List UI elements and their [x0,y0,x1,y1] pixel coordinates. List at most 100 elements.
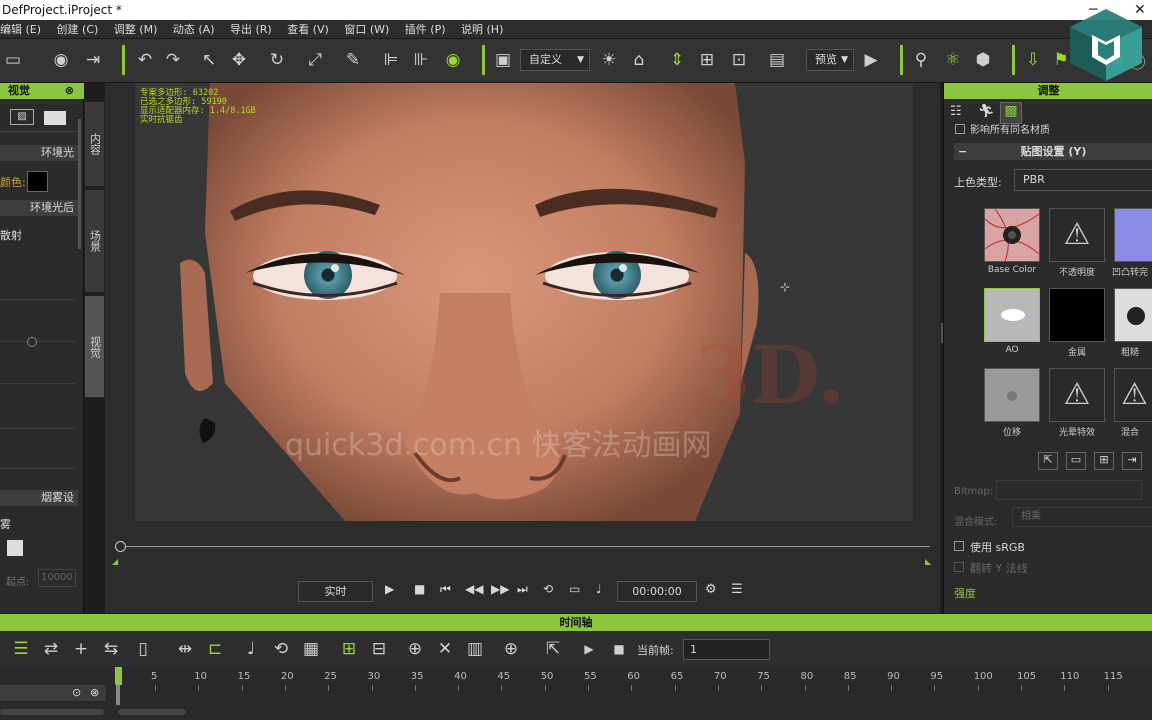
stop-icon[interactable]: ■ [414,582,425,596]
track-scrollbar[interactable] [0,709,104,715]
thumb-roughness[interactable] [1114,288,1152,342]
save-texture-icon[interactable]: ▭ [1066,452,1086,470]
music-icon[interactable]: ♩ [596,582,602,596]
key-transfer-icon[interactable]: ⇆ [98,636,124,662]
last-frame-icon[interactable]: ⏭ [517,582,528,597]
film-icon[interactable]: ▦ [298,636,324,662]
current-frame-input[interactable]: 1 [683,639,770,660]
range-start-marker[interactable]: ◢ [112,557,118,566]
zoom-icon[interactable]: ⊕ [498,636,524,662]
light-icon[interactable]: ☀ [596,47,622,73]
scrub-track[interactable] [115,546,930,547]
time-display[interactable]: 00:00:00 [617,581,697,602]
fog-color-swatch[interactable] [7,540,23,556]
thumb-blend[interactable]: ⚠ [1114,368,1152,422]
note-icon[interactable]: ♩ [238,636,264,662]
timeline-play-icon[interactable]: ▶ [576,636,602,662]
thumb-ao[interactable] [984,288,1040,342]
image-icon[interactable]: ▨ [10,109,34,125]
expand-icon[interactable]: ⊟ [366,636,392,662]
3d-viewport[interactable]: quick3d.com.cn 快客法动画网 3D. 专案多边形: 63202 已… [105,83,945,533]
menu-plugins[interactable]: 插件 (P) [399,20,452,39]
menu-create[interactable]: 创建 (C) [51,20,105,39]
scale-icon[interactable]: ⤢ [302,47,328,73]
first-frame-icon[interactable]: ⏮ [440,582,451,597]
scrollbar[interactable] [78,119,81,249]
thumb-displacement[interactable] [984,368,1040,422]
thumb-base-color[interactable] [984,208,1040,262]
visibility-icon[interactable]: ◉ [440,47,466,73]
physics-icon[interactable]: ⚲ [908,47,934,73]
tab-scene[interactable]: 场景 [84,189,105,293]
redo-icon[interactable]: ↷ [160,47,186,73]
clip-icon[interactable]: ▯ [130,636,156,662]
home-icon[interactable]: ⌂ [626,47,652,73]
cubes-icon[interactable]: ⬢ [970,47,996,73]
export-icon[interactable]: ⇥ [80,47,106,73]
tab-content[interactable]: 内容 [84,101,105,187]
menu-window[interactable]: 窗口 (W) [338,20,395,39]
columns-icon[interactable]: ▥ [462,636,488,662]
fast-forward-icon[interactable]: ▶▶ [491,582,509,596]
loop-icon[interactable]: ⟲ [543,582,553,596]
section-ambient-after[interactable]: 环境光后 [0,200,78,216]
thumb-metallic[interactable] [1049,288,1105,342]
fit-all-icon[interactable]: ⊞ [694,47,720,73]
playhead-line[interactable] [116,685,120,705]
thumb-bump[interactable] [1114,208,1152,262]
menu-edit[interactable]: 编辑 (E) [0,20,47,39]
play-icon[interactable]: ▶ [385,582,394,596]
rotate-icon[interactable]: ↻ [264,47,290,73]
insert-icon[interactable]: ⊕ [402,636,428,662]
motion-pose-icon[interactable]: 🏃︎ [978,104,995,119]
preview-combo[interactable]: 预览 ▼ [806,49,854,71]
range-end-marker[interactable]: ◣ [925,557,931,566]
align-left-icon[interactable]: ⊫ [378,47,404,73]
save-icon[interactable]: ▭ [0,47,26,73]
move-icon[interactable]: ✥ [226,47,252,73]
blend-mode-select[interactable]: 相乘 [1012,507,1152,527]
playback-mode[interactable]: 实时 [298,581,373,602]
ambient-color-swatch[interactable] [27,171,48,192]
preview-icon[interactable]: ◉ [48,47,74,73]
snap-icon[interactable]: ✎ [340,47,366,73]
select-icon[interactable]: ↖ [196,47,222,73]
delete-key-icon[interactable]: ✕ [432,636,458,662]
playback-settings-icon[interactable]: ⚙ [705,582,717,597]
subtitle-icon[interactable]: ▭ [569,582,580,596]
load-texture-icon[interactable]: ⇱ [1038,452,1058,470]
sliders-icon[interactable]: ☷ [950,104,962,119]
map-settings-section[interactable]: − 贴图设置 (Y) [954,143,1152,160]
timeline-scrollbar[interactable] [118,709,186,715]
playhead-marker[interactable] [115,667,122,685]
menu-help[interactable]: 说明 (H) [455,20,509,39]
simulation-icon[interactable]: ⚛ [940,47,966,73]
texture-settings-icon[interactable]: ⊞ [1094,452,1114,470]
thumb-glow[interactable]: ⚠ [1049,368,1105,422]
section-ambient[interactable]: 环境光 [0,145,78,161]
split-icon[interactable]: ⇹ [172,636,198,662]
motion-icon[interactable]: ⇩ [1020,47,1046,73]
fit-height-icon[interactable]: ⇕ [664,47,690,73]
timeline-ruler[interactable]: ⊙ ⊗ 5 10 15 20 25 30 35 40 45 50 55 60 65 70 75 80 85 90 9… [0,667,1152,720]
camera-target-icon[interactable]: ⊡ [726,47,752,73]
srgb-checkbox[interactable] [954,541,964,551]
menu-modify[interactable]: 调整 (M) [108,20,164,39]
align-icon[interactable]: ⊪ [408,47,434,73]
track-header[interactable]: ⊙ ⊗ [0,685,106,701]
playback-list-icon[interactable]: ☰ [731,582,743,597]
camera-icon[interactable]: ▶ [858,47,884,73]
add-key-icon[interactable]: + [68,636,94,662]
shader-type-select[interactable]: PBR [1014,169,1152,191]
merge-icon[interactable]: ⊞ [336,636,362,662]
undo-icon[interactable]: ↶ [132,47,158,73]
loop-track-icon[interactable]: ⟲ [268,636,294,662]
track-close-icon[interactable]: ⊗ [90,686,99,699]
menu-view[interactable]: 查看 (V) [281,20,335,39]
rewind-icon[interactable]: ◀◀ [465,582,483,596]
flip-normal-checkbox[interactable] [954,562,964,572]
bitmap-input[interactable] [996,480,1142,500]
section-fog[interactable]: 烟雾设 [0,490,78,506]
track-list-icon[interactable]: ☰ [8,636,34,662]
start-input[interactable]: 10000 [38,569,76,587]
